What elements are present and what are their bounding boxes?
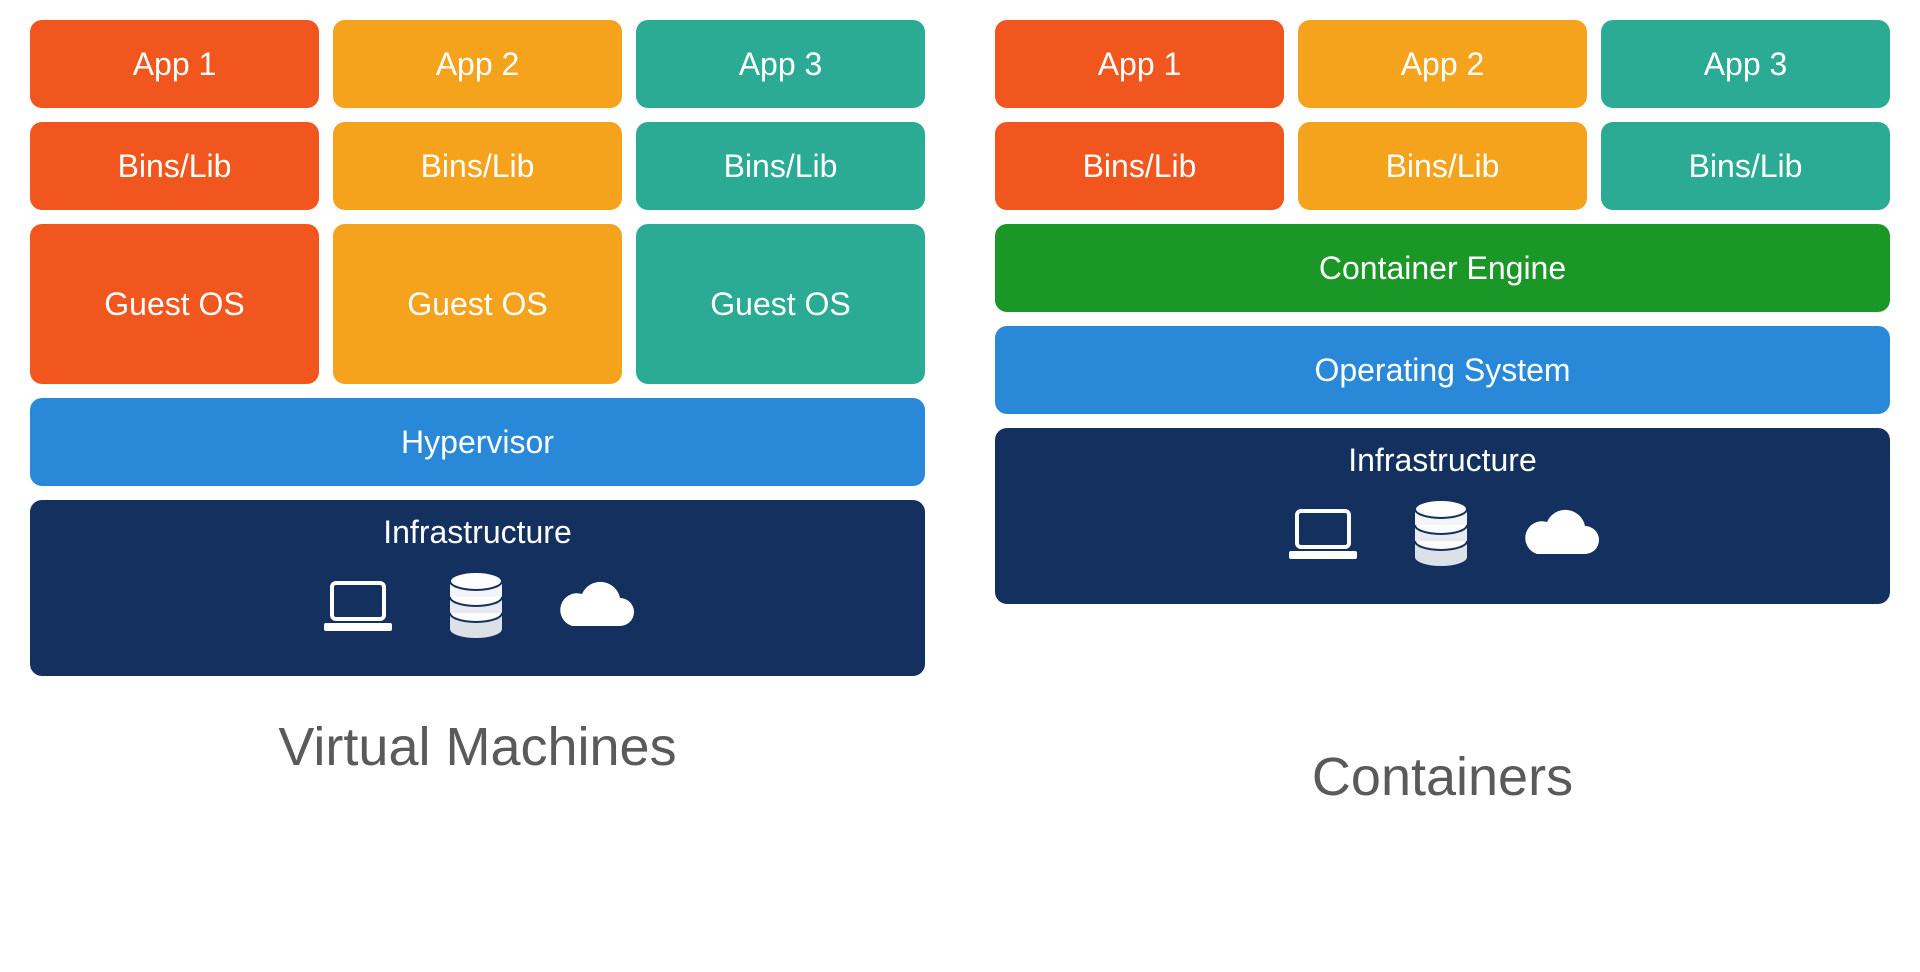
vm-bins-3: Bins/Lib (636, 122, 925, 210)
ct-app-3: App 3 (1601, 20, 1890, 108)
ct-infra-row: Infrastructure (995, 428, 1890, 604)
vm-app-3: App 3 (636, 20, 925, 108)
ct-app-2: App 2 (1298, 20, 1587, 108)
ct-bins-row: Bins/Lib Bins/Lib Bins/Lib (995, 122, 1890, 210)
vm-hypervisor: Hypervisor (30, 398, 925, 486)
vm-apps-row: App 1 App 2 App 3 (30, 20, 925, 108)
ct-stack: App 1 App 2 App 3 Bins/Lib Bins/Lib Bins… (995, 20, 1890, 952)
ct-infra-label: Infrastructure (1348, 442, 1537, 479)
vm-app-2: App 2 (333, 20, 622, 108)
vm-guest-row: Guest OS Guest OS Guest OS (30, 224, 925, 384)
vm-bins-2: Bins/Lib (333, 122, 622, 210)
ct-apps-row: App 1 App 2 App 3 (995, 20, 1890, 108)
ct-title: Containers (995, 746, 1890, 808)
database-icon (1409, 499, 1473, 571)
ct-operating-system: Operating System (995, 326, 1890, 414)
vm-app-1: App 1 (30, 20, 319, 108)
vm-guest-3: Guest OS (636, 224, 925, 384)
vm-hypervisor-row: Hypervisor (30, 398, 925, 486)
ct-app-1: App 1 (995, 20, 1284, 108)
cloud-icon (554, 580, 638, 634)
vm-guest-2: Guest OS (333, 224, 622, 384)
ct-infrastructure: Infrastructure (995, 428, 1890, 604)
laptop-icon (1283, 505, 1363, 565)
ct-bins-1: Bins/Lib (995, 122, 1284, 210)
vm-infra-label: Infrastructure (383, 514, 572, 551)
vm-title: Virtual Machines (30, 716, 925, 778)
vm-infrastructure: Infrastructure (30, 500, 925, 676)
vm-guest-1: Guest OS (30, 224, 319, 384)
ct-container-engine: Container Engine (995, 224, 1890, 312)
ct-bins-3: Bins/Lib (1601, 122, 1890, 210)
ct-engine-row: Container Engine (995, 224, 1890, 312)
vm-bins-1: Bins/Lib (30, 122, 319, 210)
ct-infra-icons (1283, 499, 1603, 571)
ct-os-row: Operating System (995, 326, 1890, 414)
vm-infra-row: Infrastructure (30, 500, 925, 676)
laptop-icon (318, 577, 398, 637)
vm-bins-row: Bins/Lib Bins/Lib Bins/Lib (30, 122, 925, 210)
vm-stack: App 1 App 2 App 3 Bins/Lib Bins/Lib Bins… (30, 20, 925, 952)
cloud-icon (1519, 508, 1603, 562)
ct-bins-2: Bins/Lib (1298, 122, 1587, 210)
database-icon (444, 571, 508, 643)
vm-infra-icons (318, 571, 638, 643)
ct-spacer (995, 618, 1890, 720)
